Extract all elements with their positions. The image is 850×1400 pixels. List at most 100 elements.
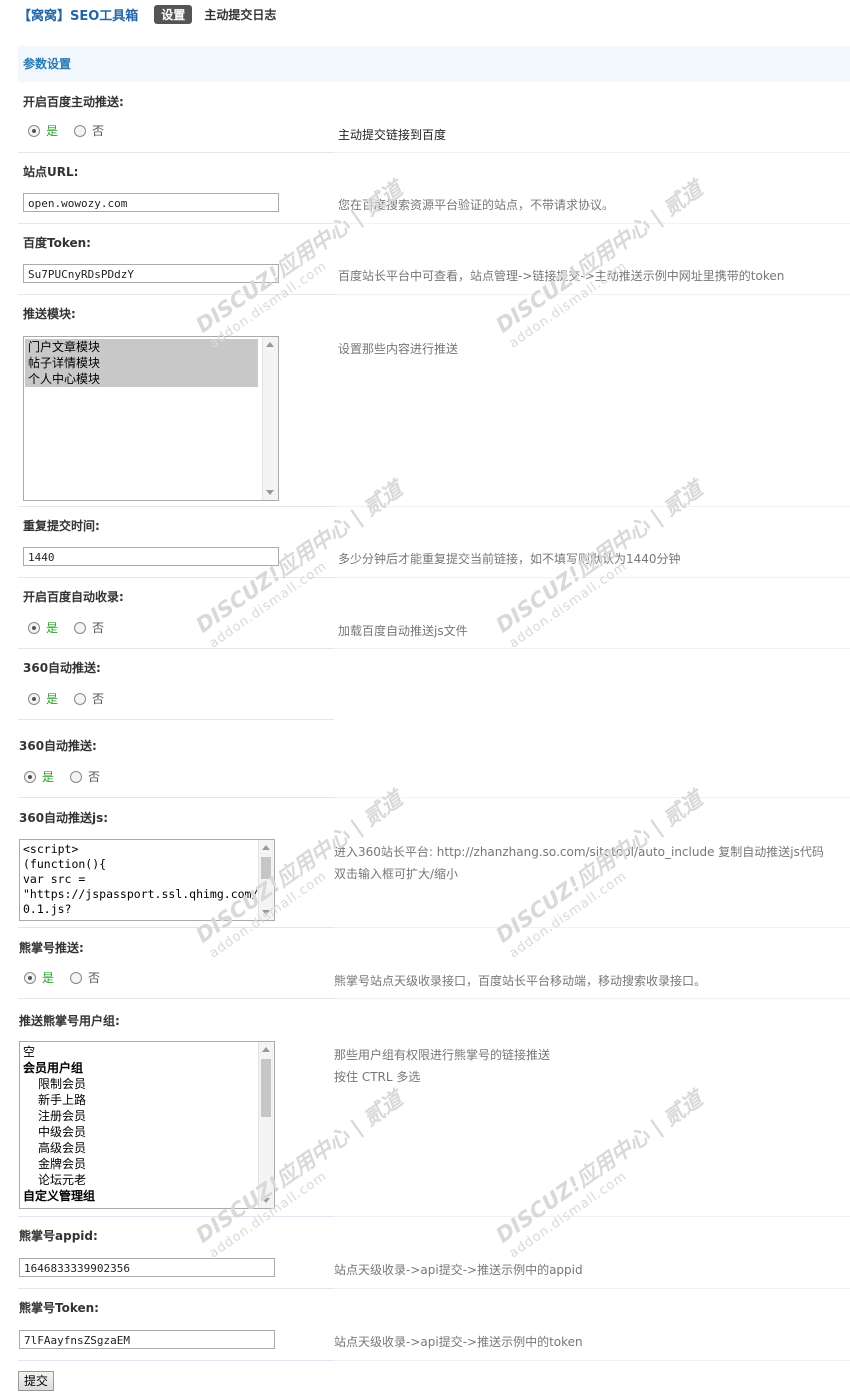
radio-yes[interactable]: [24, 971, 36, 984]
radio-yes-label[interactable]: 是: [46, 619, 58, 636]
radio-yes-label[interactable]: 是: [42, 768, 54, 785]
radio-yes[interactable]: [28, 124, 40, 137]
help-xzh-push: 熊掌号站点天级收录接口，百度站长平台移动端，移动搜索收录接口。: [334, 974, 707, 988]
row-push-modules: 推送模块: 门户文章模块 帖子详情模块 个人中心模块 设置那些内容进行推送: [18, 294, 850, 507]
help-xzh-token: 站点天级收录->api提交->推送示例中的token: [334, 1335, 583, 1349]
push-modules-select[interactable]: 门户文章模块 帖子详情模块 个人中心模块: [23, 336, 279, 501]
radio-no[interactable]: [70, 971, 83, 984]
divider: [18, 1360, 334, 1361]
scroll-down-icon[interactable]: [262, 910, 270, 915]
label-360-js: 360自动推送js:: [19, 811, 109, 825]
tab-submit-log[interactable]: 主动提交日志: [204, 6, 276, 23]
help-xzh-appid: 站点天级收录->api提交->推送示例中的appid: [334, 1263, 583, 1277]
row-baidu-token: 百度Token: Su7PUCnyRDsPDdzY 百度站长平台中可查看，站点管…: [18, 223, 850, 295]
radio-group-xzh-push: 是 否: [24, 969, 100, 986]
help-360-js-2: 双击输入框可扩大/缩小: [334, 867, 459, 881]
radio-group-360-push: 是 否: [28, 690, 104, 707]
row-baidu-push: 开启百度主动推送: 是 否 主动提交链接到百度: [18, 82, 850, 153]
row-360-js: 360自动推送js: <script> (function(){ var src…: [18, 797, 850, 928]
radio-yes[interactable]: [24, 770, 36, 783]
help-baidu-auto: 加载百度自动推送js文件: [338, 624, 468, 638]
row-xzh-groups: 推送熊掌号用户组: 空 会员用户组 限制会员 新手上路 注册会员 中级会员 高级…: [18, 998, 850, 1217]
xzh-appid-input[interactable]: 1646833339902356: [19, 1258, 275, 1277]
row-360-push-2: 360自动推送: 是 否: [18, 719, 850, 798]
row-360-push: 360自动推送: 是 否: [18, 648, 850, 720]
site-url-input[interactable]: open.wowozy.com: [23, 193, 279, 212]
list-option[interactable]: 金牌会员: [20, 1156, 274, 1172]
label-baidu-auto: 开启百度自动收录:: [23, 590, 124, 604]
scrollbar[interactable]: [262, 337, 278, 500]
label-site-url: 站点URL:: [23, 165, 79, 179]
radio-no[interactable]: [70, 770, 83, 783]
help-xzh-groups-2: 按住 CTRL 多选: [334, 1070, 421, 1084]
radio-yes[interactable]: [28, 621, 40, 634]
list-option[interactable]: 新手上路: [20, 1092, 274, 1108]
radio-group-360-push-2: 是 否: [24, 768, 100, 785]
radio-no-label[interactable]: 否: [92, 122, 104, 139]
list-option[interactable]: 会员用户组: [20, 1060, 274, 1076]
list-option[interactable]: 中级会员: [20, 1124, 274, 1140]
scroll-up-icon[interactable]: [262, 1047, 270, 1052]
label-xzh-groups: 推送熊掌号用户组:: [19, 1014, 120, 1028]
row-resubmit-time: 重复提交时间: 1440 多少分钟后才能重复提交当前链接，如不填写则默认为144…: [18, 506, 850, 578]
radio-no[interactable]: [74, 124, 87, 137]
list-option[interactable]: 帖子详情模块: [25, 355, 258, 371]
list-option[interactable]: 高级会员: [20, 1140, 274, 1156]
list-option[interactable]: 注册会员: [20, 1108, 274, 1124]
xzh-groups-select[interactable]: 空 会员用户组 限制会员 新手上路 注册会员 中级会员 高级会员 金牌会员 论坛…: [19, 1041, 275, 1209]
scroll-thumb[interactable]: [261, 857, 271, 879]
help-push-modules: 设置那些内容进行推送: [338, 342, 459, 356]
radio-yes-label[interactable]: 是: [46, 690, 58, 707]
list-option[interactable]: 自定义管理组: [20, 1188, 274, 1204]
scrollbar[interactable]: [258, 840, 274, 920]
xzh-token-input[interactable]: 7lFAayfnsZSgzaEM: [19, 1330, 275, 1349]
app-title[interactable]: 【窝窝】SEO工具箱: [18, 5, 138, 24]
label-xzh-appid: 熊掌号appid:: [19, 1229, 98, 1243]
scroll-up-icon[interactable]: [262, 845, 270, 850]
radio-yes[interactable]: [28, 692, 40, 705]
help-site-url: 您在百度搜索资源平台验证的站点，不带请求协议。: [338, 198, 615, 212]
360-js-textarea[interactable]: <script> (function(){ var src = "https:/…: [19, 839, 275, 921]
radio-no-label[interactable]: 否: [88, 969, 100, 986]
list-option[interactable]: 空: [20, 1044, 274, 1060]
label-push-modules: 推送模块:: [23, 307, 76, 321]
radio-yes-label[interactable]: 是: [46, 122, 58, 139]
radio-no-label[interactable]: 否: [92, 619, 104, 636]
label-xzh-push: 熊掌号推送:: [19, 941, 84, 955]
list-option[interactable]: 个人中心模块: [25, 371, 258, 387]
radio-yes-label[interactable]: 是: [42, 969, 54, 986]
row-xzh-appid: 熊掌号appid: 1646833339902356 站点天级收录->api提交…: [18, 1216, 850, 1289]
tab-settings[interactable]: 设置: [154, 4, 193, 24]
scroll-up-icon[interactable]: [266, 342, 274, 347]
scroll-thumb[interactable]: [261, 1059, 271, 1117]
radio-group-baidu-push: 是 否: [28, 122, 104, 139]
label-360-push: 360自动推送:: [23, 661, 101, 675]
scroll-down-icon[interactable]: [266, 490, 274, 495]
help-xzh-groups-1: 那些用户组有权限进行熊掌号的链接推送: [334, 1048, 551, 1062]
list-option[interactable]: 限制会员: [20, 1076, 274, 1092]
help-360-js-1: 进入360站长平台: http://zhanzhang.so.com/sitet…: [334, 845, 824, 859]
radio-no-label[interactable]: 否: [92, 690, 104, 707]
label-resubmit-time: 重复提交时间:: [23, 519, 100, 533]
radio-no[interactable]: [74, 621, 87, 634]
row-site-url: 站点URL: open.wowozy.com 您在百度搜索资源平台验证的站点，不…: [18, 152, 850, 224]
divider: [334, 1360, 850, 1361]
help-baidu-token: 百度站长平台中可查看，站点管理->链接提交->主动推送示例中网址里携带的toke…: [338, 269, 785, 283]
row-baidu-auto: 开启百度自动收录: 是 否 加载百度自动推送js文件: [18, 577, 850, 649]
scroll-down-icon[interactable]: [262, 1198, 270, 1203]
list-option[interactable]: 论坛元老: [20, 1172, 274, 1188]
submit-button[interactable]: 提交: [18, 1371, 55, 1391]
top-nav: 【窝窝】SEO工具箱 设置 主动提交日志: [18, 3, 276, 25]
baidu-token-input[interactable]: Su7PUCnyRDsPDdzY: [23, 264, 279, 283]
section-title: 参数设置: [18, 46, 850, 82]
resubmit-time-input[interactable]: 1440: [23, 547, 279, 566]
scrollbar[interactable]: [258, 1042, 274, 1208]
radio-no-label[interactable]: 否: [88, 768, 100, 785]
help-baidu-push: 主动提交链接到百度: [338, 128, 447, 142]
list-option[interactable]: 门户文章模块: [25, 339, 258, 355]
radio-no[interactable]: [74, 692, 87, 705]
code-text: <script> (function(){ var src = "https:/…: [23, 842, 275, 916]
row-xzh-push: 熊掌号推送: 是 否 熊掌号站点天级收录接口，百度站长平台移动端，移动搜索收录接…: [18, 927, 850, 999]
radio-group-baidu-auto: 是 否: [28, 619, 104, 636]
help-resubmit-time: 多少分钟后才能重复提交当前链接，如不填写则默认为1440分钟: [338, 552, 681, 566]
